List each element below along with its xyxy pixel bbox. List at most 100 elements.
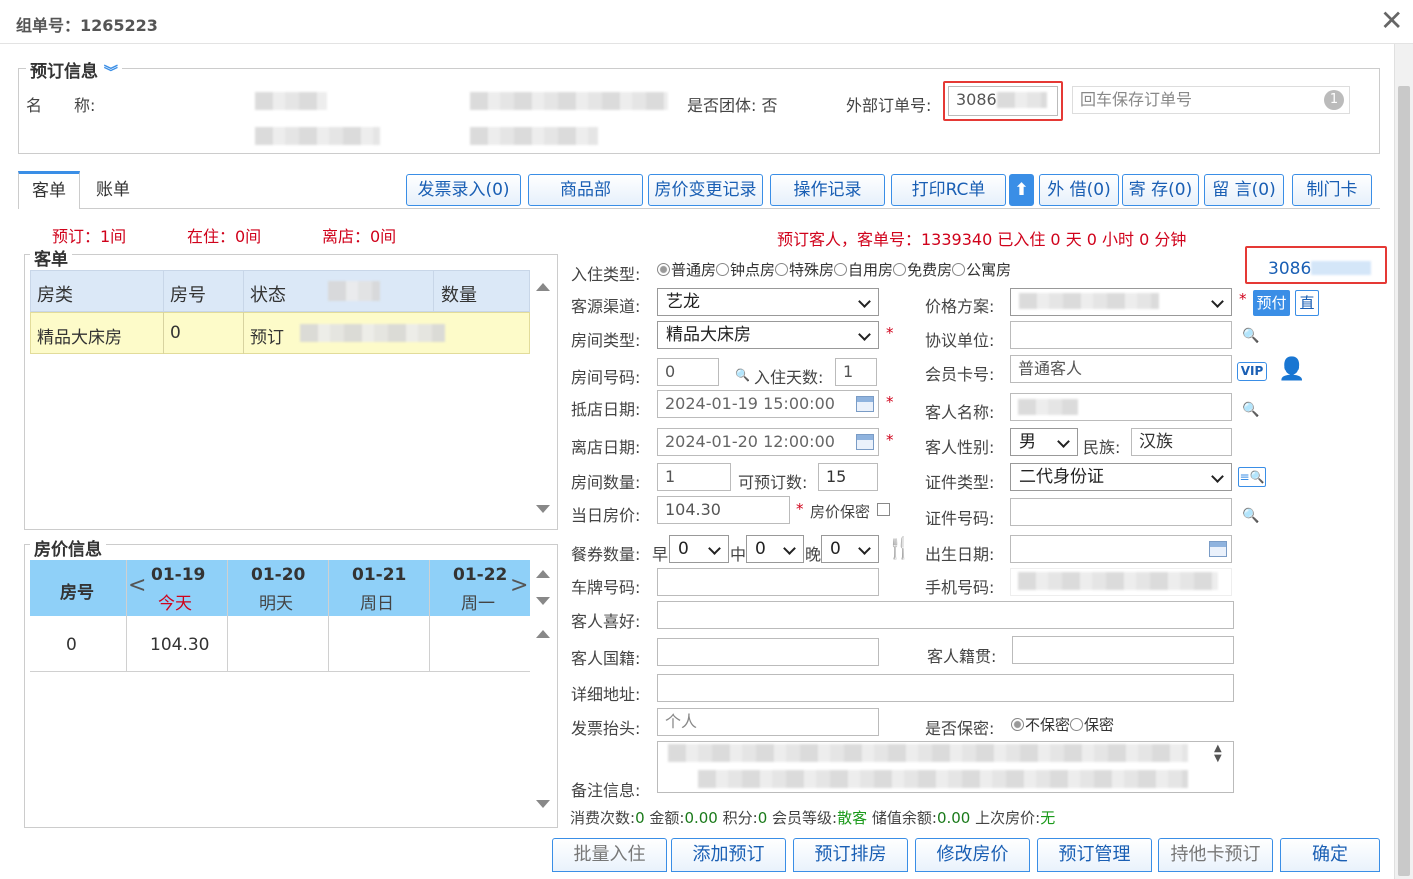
next-icon[interactable]: > (510, 573, 528, 598)
nation-input[interactable] (657, 638, 879, 666)
deposit-button[interactable]: 寄 存(0) (1122, 174, 1199, 206)
plate-input[interactable] (657, 568, 879, 596)
upload-icon[interactable]: ⬆ (1009, 174, 1034, 206)
native-input[interactable] (1012, 636, 1234, 664)
prev-icon[interactable]: < (128, 573, 146, 598)
invoice-input[interactable]: 个人 (657, 708, 879, 736)
goods-button[interactable]: 商品部 (528, 174, 643, 206)
hobby-input[interactable] (657, 601, 1234, 629)
scroll-down-icon[interactable] (536, 800, 550, 808)
phone-input[interactable] (1010, 568, 1232, 596)
roomcount-input[interactable]: 1 (657, 463, 731, 491)
close-icon[interactable]: ✕ (1380, 6, 1403, 36)
radio-free[interactable] (893, 263, 907, 276)
source-select[interactable]: 艺龙 (657, 288, 879, 316)
ext-no-link[interactable]: 3086 (1268, 259, 1372, 279)
search-icon[interactable]: 🔍 (1242, 402, 1259, 418)
radio-secret[interactable] (1070, 718, 1084, 731)
search-icon[interactable]: 🔍 (1242, 508, 1259, 524)
plan-select[interactable] (1010, 288, 1232, 316)
other-card-reserve-button[interactable]: 持他卡预订 (1158, 838, 1273, 872)
remark-textarea[interactable] (657, 741, 1234, 793)
tab-guest[interactable]: 客单 (18, 171, 80, 209)
depart-input[interactable]: 2024-01-20 12:00:00 (657, 428, 879, 456)
message-button[interactable]: 留 言(0) (1204, 174, 1284, 206)
checkout-count: 离店：0间 (322, 227, 397, 246)
birth-input[interactable] (1010, 535, 1232, 563)
idtype-select[interactable]: 二代身份证 (1010, 463, 1232, 491)
radio-hourly[interactable] (716, 263, 730, 276)
roomno-input[interactable]: 0 (657, 358, 719, 386)
calendar-icon[interactable] (856, 396, 874, 412)
roomtype-label: 房间类型: (571, 331, 641, 350)
day-label: 今天 (158, 594, 192, 614)
prepay-badge[interactable]: 预付 (1253, 290, 1290, 316)
dialog-scrollbar[interactable] (1394, 44, 1413, 879)
dinner-select[interactable]: 0 (821, 535, 879, 563)
lunch-select[interactable]: 0 (746, 535, 804, 563)
batch-checkin-button[interactable]: 批量入住 (552, 838, 667, 872)
gender-select[interactable]: 男 (1010, 428, 1078, 456)
masked-info (470, 92, 668, 110)
dayrate-input[interactable]: 104.30 (657, 496, 790, 524)
search-icon[interactable]: 🔍 (735, 368, 750, 382)
highlight-box (943, 81, 1063, 121)
roomtype-select[interactable]: 精品大床房 (657, 321, 879, 349)
tab-bill[interactable]: 账单 (82, 171, 144, 209)
scroll-down-icon[interactable] (536, 505, 550, 513)
rate-change-log-button[interactable]: 房价变更记录 (648, 174, 763, 206)
rate-grid: 房号 < > 01-19 今天 01-20 明天 01-21 周日 01-22 … (30, 560, 530, 672)
vip-icon[interactable]: VIP (1237, 362, 1267, 381)
fork-knife-icon[interactable]: 🍴 (886, 536, 912, 561)
confirm-button[interactable]: 确定 (1280, 838, 1380, 872)
scrollbar-thumb[interactable] (1398, 86, 1410, 876)
idno-input[interactable] (1010, 498, 1232, 526)
scroll-up-icon[interactable] (536, 283, 550, 291)
scroll-up-icon[interactable] (536, 630, 550, 638)
calendar-icon[interactable] (1209, 541, 1227, 557)
col-room-no[interactable]: 房号 (170, 281, 206, 307)
spinner-icon[interactable]: ▲ ▼ (1214, 744, 1222, 764)
col-status[interactable]: 状态 (250, 281, 286, 307)
add-reservation-button[interactable]: 添加预订 (671, 838, 786, 872)
print-rc-button[interactable]: 打印RC单 (891, 174, 1006, 206)
col-room-type[interactable]: 房类 (37, 281, 73, 307)
breakfast-select[interactable]: 0 (669, 535, 729, 563)
ext-order-input[interactable]: 回车保存订单号 (1072, 86, 1350, 114)
guestname-input[interactable] (1010, 393, 1232, 421)
modify-rate-button[interactable]: 修改房价 (915, 838, 1030, 872)
radio-not-secret[interactable] (1011, 718, 1024, 731)
direct-badge[interactable]: 直 (1295, 290, 1319, 316)
radio-special[interactable] (775, 263, 789, 276)
guest-grid: 房类 房号 状态 数量 精品大床房 0 预订 (30, 270, 530, 354)
invoice-entry-button[interactable]: 发票录入(0) (406, 174, 521, 206)
row-status: 预订 (250, 328, 284, 348)
search-icon[interactable]: 🔍 (1242, 328, 1259, 344)
member-input[interactable]: 普通客人 (1010, 355, 1232, 383)
arrive-input[interactable]: 2024-01-19 15:00:00 (657, 390, 879, 418)
scroll-up-icon[interactable] (536, 570, 550, 578)
operation-log-button[interactable]: 操作记录 (770, 174, 885, 206)
masked-name (255, 92, 327, 110)
make-card-button[interactable]: 制门卡 (1292, 174, 1372, 206)
chevron-down-icon[interactable]: ︾ (104, 65, 118, 81)
address-input[interactable] (657, 674, 1234, 702)
reservation-manage-button[interactable]: 预订管理 (1037, 838, 1152, 872)
calendar-icon[interactable] (856, 434, 874, 450)
col-quantity[interactable]: 数量 (441, 281, 477, 307)
available-input[interactable]: 15 (818, 463, 878, 491)
dinner-label: 晚 (805, 545, 822, 564)
days-input[interactable]: 1 (835, 358, 877, 386)
id-scan-icon[interactable]: ≡🔍 (1238, 467, 1266, 487)
radio-normal[interactable] (657, 263, 670, 276)
add-user-icon[interactable]: 👤 (1278, 357, 1305, 382)
radio-self[interactable] (834, 263, 848, 276)
secret-rate-checkbox[interactable] (877, 503, 890, 516)
agreement-input[interactable] (1010, 321, 1232, 349)
ethnic-input[interactable]: 汉族 (1131, 428, 1232, 456)
assign-room-button[interactable]: 预订排房 (793, 838, 908, 872)
lend-button[interactable]: 外 借(0) (1039, 174, 1119, 206)
radio-apartment[interactable] (952, 263, 966, 276)
scroll-down-icon[interactable] (536, 597, 550, 605)
masked-info-2 (470, 127, 598, 145)
